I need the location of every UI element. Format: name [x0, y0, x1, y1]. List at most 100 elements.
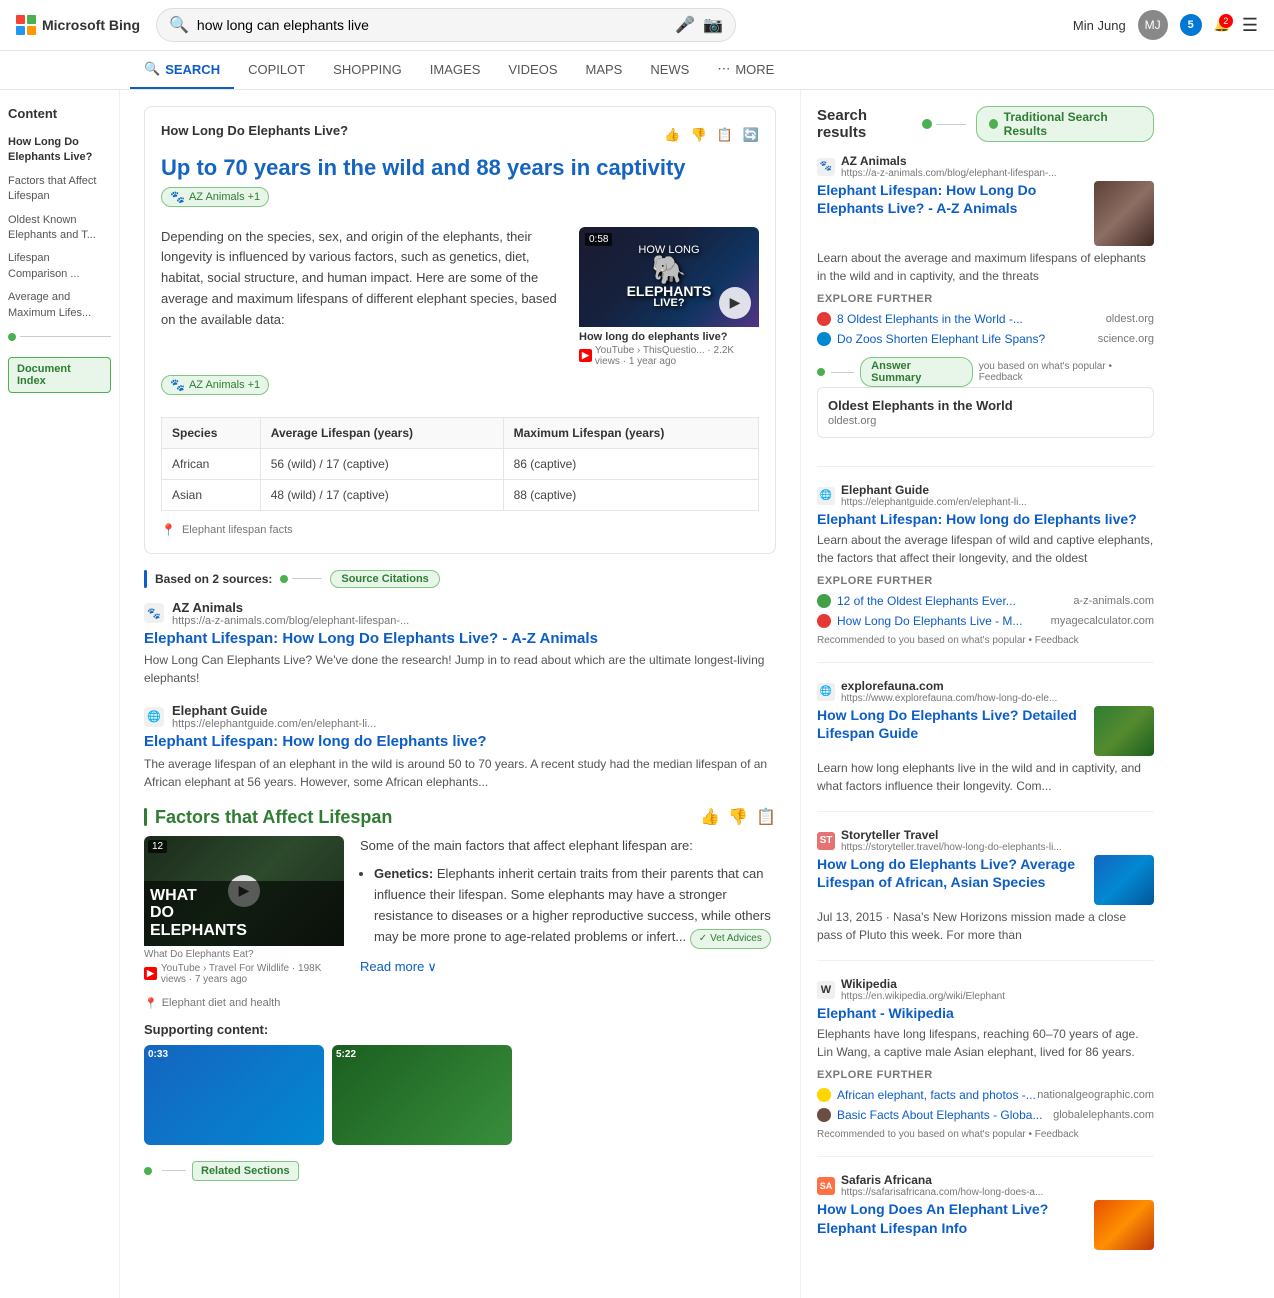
explore-domain-2: science.org [1098, 333, 1154, 345]
r-ef-img-bg [1094, 706, 1154, 756]
thumbs-up-icon[interactable]: 👍 [664, 127, 680, 143]
sidebar-item-1[interactable]: Factors that Affect Lifespan [8, 170, 111, 209]
eg-site-name: Elephant Guide [172, 703, 376, 718]
tab-copilot[interactable]: COPILOT [234, 52, 319, 89]
hamburger-menu[interactable]: ☰ [1242, 15, 1258, 36]
az-site-name: AZ Animals [172, 600, 409, 615]
doc-index-button[interactable]: Document Index [8, 357, 111, 393]
factor-list: Genetics: Elephants inherit certain trai… [360, 864, 776, 948]
r-az-explore-link-2[interactable]: Do Zoos Shorten Elephant Life Spans? [817, 332, 1098, 346]
r-item-az: 🐾 AZ Animals https://a-z-animals.com/blo… [817, 154, 1154, 467]
camera-icon[interactable]: 📷 [703, 15, 723, 35]
sc-line [292, 578, 322, 579]
eg-source-title[interactable]: Elephant Lifespan: How long do Elephants… [144, 732, 776, 752]
as-dot [817, 368, 825, 376]
read-more-button[interactable]: Read more ∨ [360, 957, 776, 978]
news-tab-label: NEWS [650, 62, 689, 77]
sidebar-content-label: Content [8, 106, 111, 121]
thumbs-down-icon[interactable]: 👎 [690, 127, 706, 143]
main-layout: Content How Long Do Elephants Live? Fact… [0, 90, 1274, 1298]
r-wiki-title[interactable]: Elephant - Wikipedia [817, 1004, 1154, 1022]
notif-badge[interactable]: 🔔 2 [1214, 17, 1230, 33]
r-wiki-explore-link-2[interactable]: Basic Facts About Elephants - Globa... [817, 1108, 1053, 1122]
sidebar-item-3[interactable]: Lifespan Comparison ... [8, 247, 111, 286]
r-az-img-bg [1094, 181, 1154, 246]
vet-badge[interactable]: ✓ Vet Advices [690, 929, 771, 949]
factor-yt-logo: ▶ [144, 967, 157, 980]
r-sa-icon: SA [817, 1177, 835, 1195]
tab-more[interactable]: ⋯ MORE [703, 51, 788, 89]
sidebar-item-4[interactable]: Average and Maximum Lifes... [8, 286, 111, 325]
r-item-ef: 🌐 explorefauna.com https://www.explorefa… [817, 679, 1154, 812]
factor-genetics: Genetics: Elephants inherit certain trai… [374, 864, 776, 948]
avatar: MJ [1138, 10, 1168, 40]
answer-card: How Long Do Elephants Live? 👍 👎 📋 🔄 Up t… [144, 106, 776, 554]
r-az-title[interactable]: Elephant Lifespan: How Long Do Elephants… [817, 181, 1086, 217]
r-wiki-icon: W [817, 981, 835, 999]
r-eg-explore-link-2[interactable]: How Long Do Elephants Live - M... [817, 614, 1051, 628]
eg-site-url: https://elephantguide.com/en/elephant-li… [172, 718, 376, 730]
answer-source-badge[interactable]: 🐾 AZ Animals +1 [161, 187, 269, 207]
factors-thumbsup-icon[interactable]: 👍 [700, 807, 720, 827]
share-icon[interactable]: 📋 [717, 127, 733, 143]
explore-text-1: 8 Oldest Elephants in the World -... [837, 312, 1023, 326]
tab-shopping[interactable]: SHOPPING [319, 52, 416, 89]
explore-text-2: Do Zoos Shorten Elephant Life Spans? [837, 332, 1045, 346]
mic-icon[interactable]: 🎤 [675, 15, 695, 35]
factors-share-icon[interactable]: 📋 [756, 807, 776, 827]
r-sa-title[interactable]: How Long Does An Elephant Live? Elephant… [817, 1200, 1086, 1236]
explore-icon-6 [817, 1108, 831, 1122]
factor-video[interactable]: 12 ▶ WHATDOELEPHANTS What Do Elephants E… [144, 836, 344, 985]
video-overlay-text: HOW LONG 🐘 ELEPHANTS LIVE? [627, 245, 712, 309]
max-african: 86 (captive) [503, 448, 758, 479]
r-ef-image [1094, 706, 1154, 756]
r-eg-explore-header: EXPLORE FURTHER [817, 575, 1154, 587]
search-input[interactable] [197, 17, 667, 33]
r-ef-url: https://www.explorefauna.com/how-long-do… [841, 693, 1057, 704]
r-eg-explore-link-1[interactable]: 12 of the Oldest Elephants Ever... [817, 594, 1073, 608]
r-ef-title[interactable]: How Long Do Elephants Live? Detailed Lif… [817, 706, 1086, 742]
r-wiki-site: Wikipedia [841, 977, 1005, 991]
tab-maps[interactable]: MAPS [572, 52, 637, 89]
mini-thumb-2[interactable]: 5:22 [332, 1045, 512, 1145]
related-sections-badge: Related Sections [192, 1161, 299, 1181]
refresh-icon[interactable]: 🔄 [743, 127, 759, 143]
tab-videos[interactable]: VIDEOS [494, 52, 571, 89]
r-sa-header: SA Safaris Africana https://safarisafric… [817, 1173, 1154, 1198]
sidebar-item-0[interactable]: How Long Do Elephants Live? [8, 131, 111, 170]
tab-news[interactable]: NEWS [636, 52, 703, 89]
location-icon: 📍 [161, 523, 176, 537]
r-eg-header: 🌐 Elephant Guide https://elephantguide.c… [817, 483, 1154, 508]
factors-thumbsdown-icon[interactable]: 👎 [728, 807, 748, 827]
mini-thumb-1[interactable]: 0:33 [144, 1045, 324, 1145]
blue-bar [144, 570, 147, 588]
source-citations-badge[interactable]: Source Citations [330, 570, 439, 588]
mini-thumb-1-label: 0:33 [144, 1045, 324, 1064]
tab-search[interactable]: 🔍 SEARCH [130, 51, 234, 89]
max-asian: 88 (captive) [503, 479, 758, 510]
r-az-explore-link-1[interactable]: 8 Oldest Elephants in the World -... [817, 312, 1106, 326]
sidebar-item-2[interactable]: Oldest Known Elephants and T... [8, 209, 111, 248]
tab-images[interactable]: IMAGES [416, 52, 495, 89]
az-source-title[interactable]: Elephant Lifespan: How Long Do Elephants… [144, 629, 776, 649]
r-eg-title[interactable]: Elephant Lifespan: How long do Elephants… [817, 510, 1154, 528]
explore-text-6: Basic Facts About Elephants - Globa... [837, 1108, 1042, 1122]
factor-row: 12 ▶ WHATDOELEPHANTS What Do Elephants E… [144, 836, 776, 985]
explore-icon-5 [817, 1088, 831, 1102]
r-sa-url: https://safarisafricana.com/how-long-doe… [841, 1187, 1043, 1198]
answer-source-badge2[interactable]: 🐾 AZ Animals +1 [161, 375, 269, 395]
r-wiki-explore-link-1[interactable]: African elephant, facts and photos -... [817, 1088, 1037, 1102]
r-st-title[interactable]: How Long do Elephants Live? Average Life… [817, 855, 1086, 891]
ms-logo-squares [16, 15, 36, 35]
video-play-button[interactable]: ▶ [719, 287, 751, 319]
video-thumbnail-img: 0:58 HOW LONG 🐘 ELEPHANTS LIVE? ▶ [579, 227, 759, 327]
r-eg-explore-2: How Long Do Elephants Live - M... myagec… [817, 611, 1154, 631]
r-sa-image [1094, 1200, 1154, 1250]
supporting-title: Supporting content: [144, 1022, 776, 1037]
r-wiki-explore-header: EXPLORE FURTHER [817, 1069, 1154, 1081]
answer-video-thumb[interactable]: 0:58 HOW LONG 🐘 ELEPHANTS LIVE? ▶ How lo… [579, 227, 759, 367]
r-sa-title-row: How Long Does An Elephant Live? Elephant… [817, 1200, 1154, 1250]
factor-video-source: ▶ YouTube › Travel For Wildlife · 198K v… [144, 963, 344, 985]
read-more-label: Read more [360, 957, 424, 978]
chevron-down-icon: ∨ [427, 957, 437, 978]
